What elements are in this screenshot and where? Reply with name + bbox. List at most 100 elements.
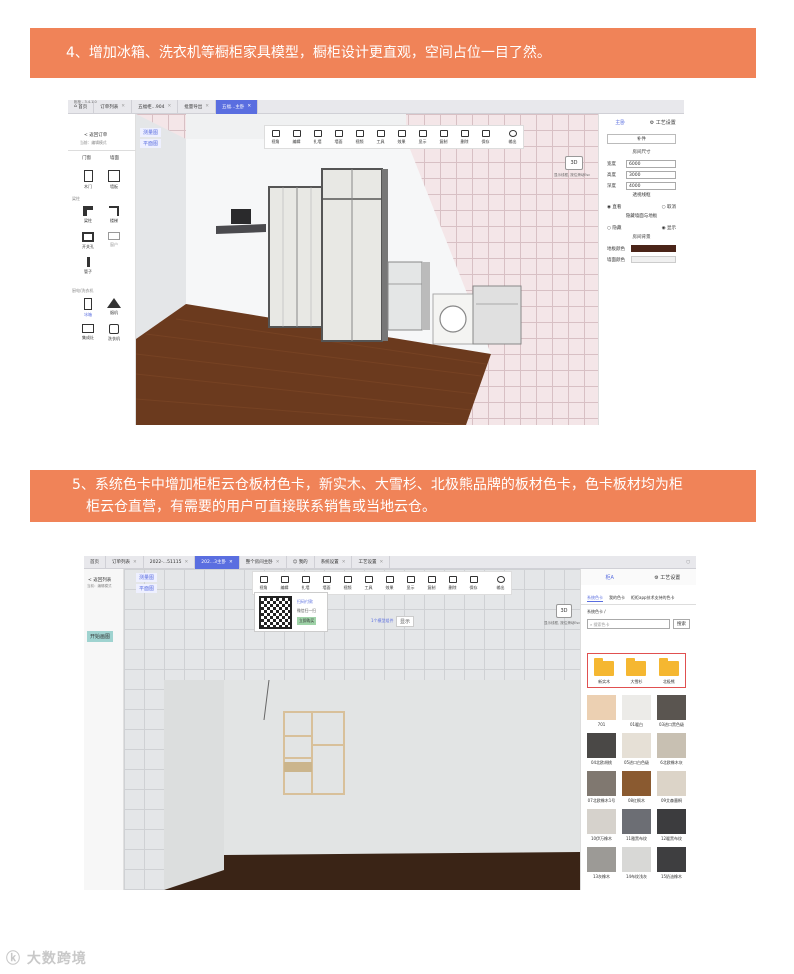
tool-edit[interactable]: 编辑 [274, 572, 295, 594]
scene-3d[interactable] [136, 114, 598, 425]
tool-effect[interactable]: 效果 [379, 572, 400, 594]
item-switch-hole[interactable]: 开关孔 [78, 232, 98, 250]
search-button[interactable]: 搜索 [673, 619, 690, 629]
color-swatch[interactable]: 11雅黑布纹 [622, 809, 651, 842]
tool-video[interactable]: 视频 [349, 126, 370, 148]
color-swatch[interactable]: 10伊万橡木 [587, 809, 616, 842]
color-swatch[interactable]: 05进口白色级 [622, 733, 651, 766]
tool-tools[interactable]: 工具 [358, 572, 379, 594]
color-swatch[interactable]: 04北欧胡桃 [587, 733, 616, 766]
tool-tools[interactable]: 工具 [370, 126, 391, 148]
tool-save[interactable]: 保存 [475, 126, 496, 148]
folder-polar-bear[interactable]: 北极熊 [658, 657, 679, 685]
back-link[interactable]: < 返回订单 [84, 132, 107, 138]
close-icon[interactable]: ✕ [167, 104, 171, 109]
color-swatch[interactable]: 15奶油橡木 [657, 847, 686, 880]
radio-show[interactable]: ◉ 显示 [662, 225, 676, 231]
category-doors[interactable]: 门窗 [82, 155, 91, 161]
category-walls[interactable]: 墙面 [110, 155, 119, 161]
item-integrated-stove[interactable]: 集成灶 [78, 324, 98, 341]
color-swatch[interactable]: 701 [587, 695, 616, 727]
close-icon[interactable]: ✕ [229, 560, 233, 565]
tab-mine[interactable]: ☺ 我的 [287, 556, 315, 569]
item-washing-machine[interactable]: 洗衣机 [104, 324, 124, 342]
tool-view[interactable]: 视角 [265, 126, 286, 148]
tab-craft-settings[interactable]: ⚙ 工艺设置 [642, 119, 685, 126]
tool-edit[interactable]: 编辑 [286, 126, 307, 148]
tab-order-2022[interactable]: 2022-...51115 ✕ [144, 556, 196, 569]
tab-home[interactable]: 首页 [84, 556, 106, 569]
radio-hide[interactable]: ○ 隐藏 [607, 225, 621, 231]
view-plan-tab[interactable]: 平面图 [140, 139, 162, 148]
item-beam[interactable]: 梁柱 [78, 206, 98, 224]
tab-whole-room[interactable]: 整个房间主卧 ✕ [240, 556, 287, 569]
tool-view[interactable]: 视角 [253, 572, 274, 594]
color-swatch[interactable]: 12暖黑布纹 [657, 809, 686, 842]
color-swatch[interactable]: 6北欧橡木灰 [657, 733, 686, 766]
qr-buy-button[interactable]: 立即购买 [297, 617, 317, 625]
color-swatch[interactable]: 08红枫木 [622, 771, 651, 804]
search-input[interactable]: ⌕ 搜索色卡 [587, 619, 670, 629]
item-pipe[interactable]: 管子 [78, 257, 98, 275]
color-swatch[interactable]: 14布纹浅灰 [622, 847, 651, 880]
tool-save[interactable]: 保存 [463, 572, 484, 594]
start-drawing-button[interactable]: 开始画图 [87, 631, 114, 642]
item-stairs[interactable]: 楼梯 [104, 206, 124, 224]
radio-cancel[interactable]: ○ 取消 [662, 204, 676, 210]
folder-daxueshan[interactable]: 大雪杉 [626, 657, 647, 685]
view-3d-button[interactable]: 3D [556, 604, 572, 618]
tab-cabinet-a[interactable]: 柜A [581, 574, 639, 581]
close-icon[interactable]: ✕ [184, 560, 188, 565]
item-window[interactable]: 窗户 [104, 232, 124, 248]
view-plan-tab[interactable]: 平面图 [136, 584, 158, 593]
tool-wall[interactable]: 扎墙 [295, 572, 316, 594]
tab-craft-settings[interactable]: ⚙ 工艺设置 [639, 574, 697, 581]
tool-display[interactable]: 显示 [400, 572, 421, 594]
tool-display[interactable]: 显示 [412, 126, 433, 148]
height-input[interactable]: 3000 [626, 170, 676, 179]
tool-export[interactable]: 输出 [502, 126, 523, 148]
depth-input[interactable]: 4000 [626, 181, 676, 190]
close-icon[interactable]: ✕ [379, 560, 383, 565]
tool-effect[interactable]: 效果 [391, 126, 412, 148]
parts-button[interactable]: 补件 [607, 134, 676, 144]
color-swatch[interactable]: 09艾森墨桐 [657, 771, 686, 804]
subtab-mine[interactable]: 我的色卡 [609, 595, 625, 602]
item-range-hood[interactable]: 烟机 [104, 298, 124, 316]
view-3d-button[interactable]: 3D [565, 156, 583, 170]
item-fridge[interactable]: 冰箱 [78, 298, 98, 318]
close-icon[interactable]: ✕ [276, 560, 280, 565]
tool-video[interactable]: 视频 [337, 572, 358, 594]
tool-surface[interactable]: 墙面 [328, 126, 349, 148]
folder-new-solid-wood[interactable]: 新实木 [594, 657, 615, 685]
tab-orders[interactable]: 订单列表 ✕ [94, 100, 133, 114]
tool-surface[interactable]: 墙面 [316, 572, 337, 594]
color-swatch[interactable]: 07北欧橡木1号 [587, 771, 616, 804]
tool-copy[interactable]: 复制 [433, 126, 454, 148]
tab-master-bedroom[interactable]: 202...3主卧 ✕ [195, 556, 240, 569]
width-input[interactable]: 6000 [626, 159, 676, 168]
tool-delete[interactable]: 删除 [454, 126, 475, 148]
color-swatch[interactable]: 03进口黑色级 [657, 695, 686, 728]
view-measure-tab[interactable]: 测量图 [140, 128, 162, 137]
tab-room[interactable]: 主卧 [599, 119, 642, 126]
close-icon[interactable]: ✕ [121, 104, 125, 109]
tool-delete[interactable]: 删除 [442, 572, 463, 594]
tab-order-904[interactable]: 五福柜...904 ✕ [132, 100, 179, 114]
item-wall-panel[interactable]: 墙板 [104, 170, 124, 190]
floor-color-swatch[interactable] [631, 245, 676, 252]
close-icon[interactable]: ✕ [205, 104, 209, 109]
view-measure-tab[interactable]: 测量图 [136, 573, 158, 582]
wall-color-swatch[interactable] [631, 256, 676, 263]
radio-straight[interactable]: ◉ 直看 [607, 204, 621, 210]
chat-icon[interactable]: ◌ [680, 556, 696, 569]
color-swatch[interactable]: 01暖白 [622, 695, 651, 728]
tool-copy[interactable]: 复制 [421, 572, 442, 594]
subtab-app[interactable]: 柜柜app技术支持的色卡 [631, 595, 675, 602]
tool-export[interactable]: 输出 [490, 572, 511, 594]
close-icon[interactable]: ✕ [247, 104, 251, 109]
back-link[interactable]: < 返回列表 [88, 577, 111, 583]
item-wooden-door[interactable]: 木门 [78, 170, 98, 190]
tab-master-bedroom[interactable]: 五福...主卧 ✕ [216, 100, 259, 114]
tab-batch-export[interactable]: 批量导出 ✕ [178, 100, 217, 114]
